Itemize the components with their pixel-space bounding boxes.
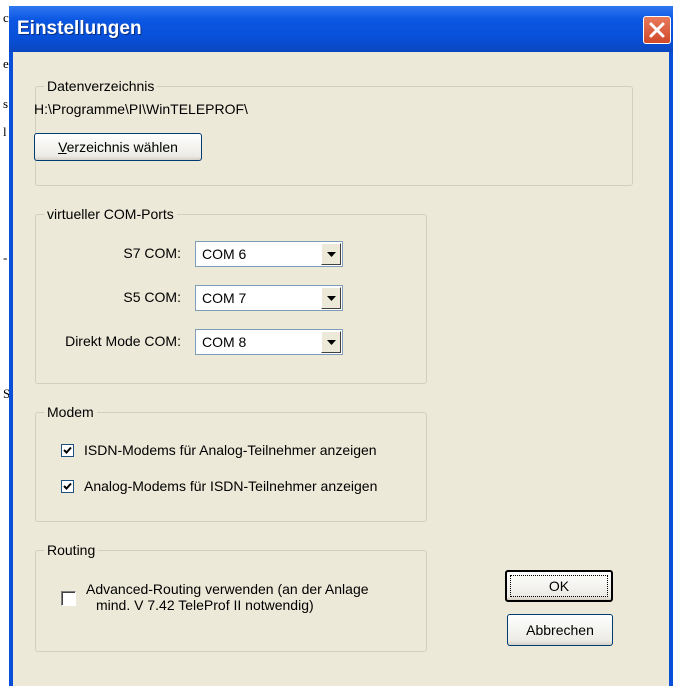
ok-label: OK (548, 578, 570, 594)
isdn-modems-checkbox[interactable] (61, 444, 74, 457)
s5-com-label: S5 COM: (123, 289, 181, 305)
cancel-label: Abbrechen (526, 622, 594, 638)
dialog-body: Datenverzeichnis H:\Programme\PI\WinTELE… (13, 52, 669, 686)
advanced-routing-label-line1[interactable]: Advanced-Routing verwenden (an der Anlag… (86, 581, 369, 597)
dropdown-arrow-icon[interactable] (321, 287, 341, 309)
data-directory-group: Datenverzeichnis H:\Programme\PI\WinTELE… (34, 78, 633, 186)
s7-com-label: S7 COM: (123, 245, 181, 261)
dropdown-arrow-icon[interactable] (321, 331, 341, 353)
com-ports-legend: virtueller COM-Ports (44, 206, 177, 222)
analog-modems-checkbox[interactable] (61, 480, 74, 493)
settings-dialog: Einstellungen Datenverzeichnis H:\Progra… (9, 6, 673, 686)
isdn-modems-label[interactable]: ISDN-Modems für Analog-Teilnehmer anzeig… (84, 442, 377, 458)
routing-legend: Routing (44, 542, 99, 558)
background-char: c (3, 10, 9, 25)
direct-mode-com-select[interactable]: COM 8 (195, 329, 343, 355)
modem-legend: Modem (44, 404, 97, 420)
background-char: s (3, 96, 9, 111)
close-x-icon (649, 22, 665, 38)
analog-modems-label[interactable]: Analog-Modems für ISDN-Teilnehmer anzeig… (84, 478, 377, 494)
s5-com-value: COM 7 (202, 290, 247, 306)
advanced-routing-checkbox[interactable] (61, 591, 76, 606)
choose-directory-label: Verzeichnis wählen (58, 139, 178, 155)
routing-group: Routing Advanced-Routing verwenden (an d… (35, 542, 427, 652)
advanced-routing-label-line2[interactable]: mind. V 7.42 TeleProf II notwendig) (96, 597, 314, 613)
s7-com-select[interactable]: COM 6 (195, 241, 343, 267)
direct-mode-com-value: COM 8 (202, 334, 247, 350)
dropdown-arrow-icon[interactable] (321, 243, 341, 265)
modem-group: Modem ISDN-Modems für Analog-Teilnehmer … (35, 404, 427, 522)
com-ports-group: virtueller COM-Ports S7 COM: COM 6 S5 CO… (35, 206, 427, 384)
background-char: - (3, 250, 8, 265)
choose-directory-button[interactable]: Verzeichnis wählen (34, 133, 202, 161)
data-directory-path: H:\Programme\PI\WinTELEPROF\ (34, 101, 248, 117)
close-button[interactable] (643, 16, 671, 44)
dialog-title: Einstellungen (17, 18, 142, 39)
ok-button[interactable]: OK (505, 570, 613, 602)
background-char: l (3, 124, 7, 139)
s7-com-value: COM 6 (202, 246, 247, 262)
cancel-button[interactable]: Abbrechen (507, 614, 613, 646)
background-char: e (3, 56, 9, 71)
direct-mode-com-label: Direkt Mode COM: (65, 333, 181, 349)
s5-com-select[interactable]: COM 7 (195, 285, 343, 311)
checkmark-icon (63, 482, 72, 490)
data-directory-legend: Datenverzeichnis (44, 78, 158, 94)
title-bar[interactable]: Einstellungen (9, 6, 673, 52)
checkmark-icon (63, 446, 72, 454)
